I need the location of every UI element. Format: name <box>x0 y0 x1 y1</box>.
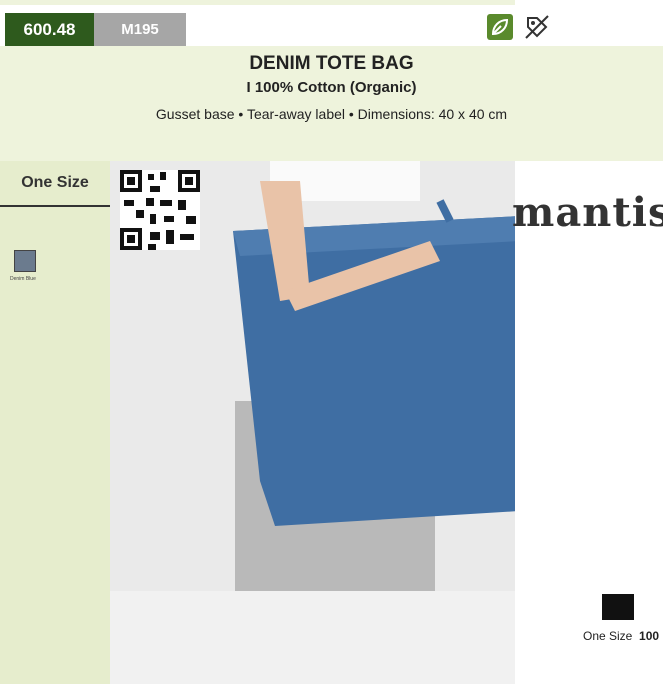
color-swatch-denim-blue <box>14 250 36 272</box>
color-swatch-label: Denim Blue <box>10 276 36 282</box>
sidebar-size-label: One Size <box>21 174 89 191</box>
organic-leaf-icon <box>487 14 513 40</box>
sidebar <box>0 161 110 684</box>
size-name: One Size <box>583 629 633 643</box>
tear-away-label-icon <box>524 14 550 40</box>
photo-footer-area <box>110 591 515 684</box>
product-material: I 100% Cotton (Organic) <box>246 79 417 96</box>
product-code-badge: 600.48 <box>5 13 94 46</box>
size-bag-icon <box>602 594 634 620</box>
brand-logo: mantis <box>512 189 663 236</box>
size-quantity-label: One Size 100 <box>583 629 659 643</box>
top-strip <box>0 0 515 5</box>
product-title: DENIM TOTE BAG <box>249 53 414 74</box>
qr-code <box>120 170 200 250</box>
sidebar-divider <box>0 205 110 207</box>
reference-badge: M195 <box>94 13 186 46</box>
size-quantity: 100 <box>639 629 660 643</box>
product-features: Gusset base • Tear-away label • Dimensio… <box>155 106 508 122</box>
